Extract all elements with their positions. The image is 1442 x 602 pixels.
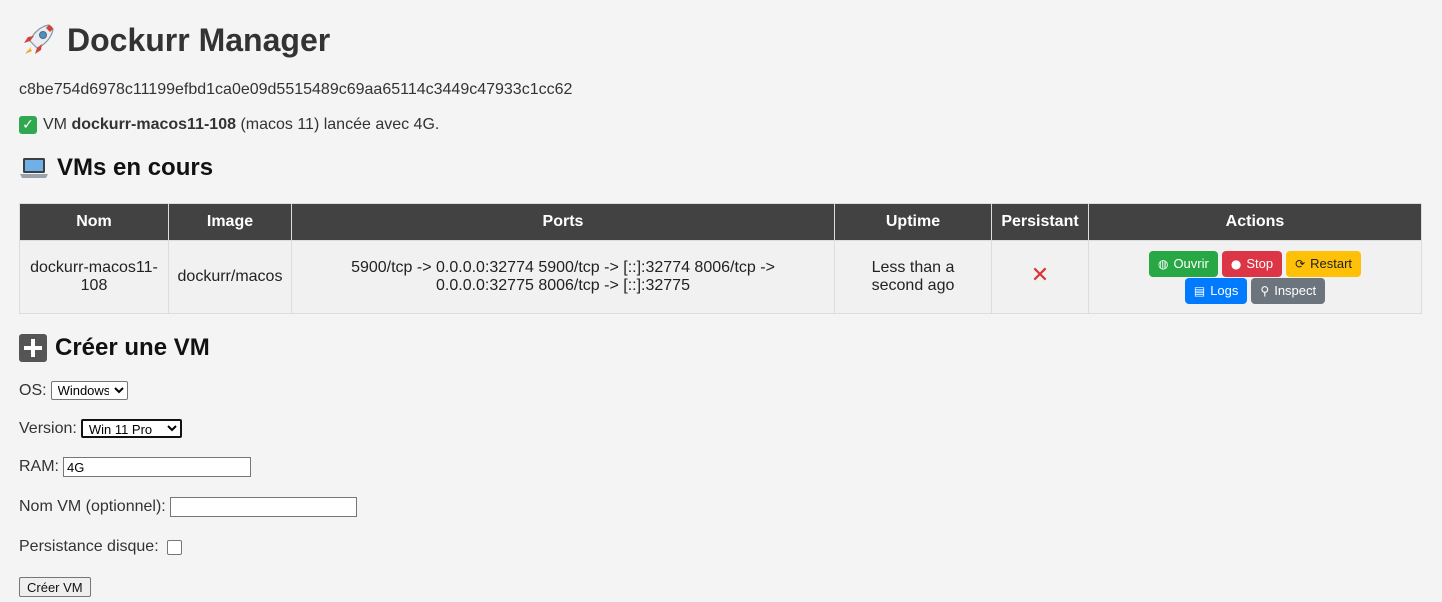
globe-icon: ◍ xyxy=(1157,256,1169,271)
logs-button-label: Logs xyxy=(1210,283,1239,298)
version-row: Version: Win 11 Pro xyxy=(19,419,1422,438)
cell-actions: ◍ Ouvrir ● Stop ⟳ Restart ▤ Logs ⚲ Inspect xyxy=(1088,240,1422,314)
create-vm-button[interactable]: Créer VM xyxy=(19,577,91,597)
inspect-button-label: Inspect xyxy=(1274,283,1317,298)
col-actions: Actions xyxy=(1088,203,1422,241)
rocket-icon xyxy=(24,24,54,54)
flash-message: ✓ VM dockurr-macos11-108 (macos 11) lanc… xyxy=(19,116,1422,134)
scroll-icon: ▤ xyxy=(1193,283,1206,298)
restart-button[interactable]: ⟳ Restart xyxy=(1286,250,1362,277)
flash-prefix: VM xyxy=(43,116,67,133)
create-section-title: Créer une VM xyxy=(19,332,1422,364)
vms-table: Nom Image Ports Uptime Persistant Action… xyxy=(19,203,1422,314)
persist-checkbox[interactable] xyxy=(166,539,182,555)
page-title: Dockurr Manager xyxy=(19,0,1422,60)
persist-label: Persistance disque: xyxy=(19,538,159,555)
actions-group: ◍ Ouvrir ● Stop ⟳ Restart ▤ Logs ⚲ Inspect xyxy=(1125,250,1385,304)
table-header-row: Nom Image Ports Uptime Persistant Action… xyxy=(19,203,1422,241)
submit-row: Créer VM xyxy=(19,577,1422,597)
os-select[interactable]: Windows xyxy=(50,381,128,400)
ram-label: RAM: xyxy=(19,458,59,475)
name-label: Nom VM (optionnel): xyxy=(19,498,166,515)
flash-suffix: (macos 11) lancée avec 4G. xyxy=(240,116,440,133)
cell-name: dockurr-macos11-108 xyxy=(19,240,169,314)
stop-circle-icon: ● xyxy=(1230,256,1242,271)
container-id: c8be754d6978c11199efbd1ca0e09d5515489c69… xyxy=(19,81,573,98)
cell-uptime: Less than a second ago xyxy=(834,240,992,314)
page-title-text: Dockurr Manager xyxy=(67,22,331,58)
restart-button-label: Restart xyxy=(1310,256,1353,271)
create-section-title-text: Créer une VM xyxy=(55,334,210,361)
os-row: OS: Windows xyxy=(19,381,1422,400)
version-select[interactable]: Win 11 Pro xyxy=(80,419,182,438)
refresh-icon: ⟳ xyxy=(1295,256,1306,271)
flash-vm-name: dockurr-macos11-108 xyxy=(71,116,236,133)
laptop-icon xyxy=(20,158,48,178)
table-row: dockurr-macos11-108 dockurr/macos 5900/t… xyxy=(19,240,1422,314)
ram-row: RAM: xyxy=(19,457,1422,477)
check-mark-icon: ✓ xyxy=(19,116,37,134)
stop-button-label: Stop xyxy=(1246,256,1274,271)
magnifier-icon: ⚲ xyxy=(1260,283,1270,298)
cell-image: dockurr/macos xyxy=(168,240,292,314)
ram-input[interactable] xyxy=(63,457,251,477)
vms-section-title: VMs en cours xyxy=(19,152,1422,184)
inspect-button[interactable]: ⚲ Inspect xyxy=(1251,277,1326,304)
stop-button[interactable]: ● Stop xyxy=(1221,250,1283,277)
vm-name-input[interactable] xyxy=(169,497,357,517)
persist-row: Persistance disque: xyxy=(19,538,1422,556)
cross-mark-icon: ✕ xyxy=(1030,263,1050,288)
col-ports: Ports xyxy=(291,203,835,241)
open-button[interactable]: ◍ Ouvrir xyxy=(1148,250,1218,277)
logs-button[interactable]: ▤ Logs xyxy=(1184,277,1248,304)
col-uptime: Uptime xyxy=(834,203,992,241)
page: Dockurr Manager c8be754d6978c11199efbd1c… xyxy=(0,0,1442,597)
cell-ports: 5900/tcp -> 0.0.0.0:32774 5900/tcp -> [:… xyxy=(291,240,835,314)
open-button-label: Ouvrir xyxy=(1173,256,1209,271)
col-nom: Nom xyxy=(19,203,169,241)
os-label: OS: xyxy=(19,381,47,399)
name-row: Nom VM (optionnel): xyxy=(19,497,1422,517)
col-persistant: Persistant xyxy=(991,203,1089,241)
cell-persistent: ✕ xyxy=(991,240,1089,314)
plus-icon xyxy=(19,334,47,362)
vms-section-title-text: VMs en cours xyxy=(57,154,214,181)
col-image: Image xyxy=(168,203,292,241)
version-label: Version: xyxy=(19,419,77,437)
